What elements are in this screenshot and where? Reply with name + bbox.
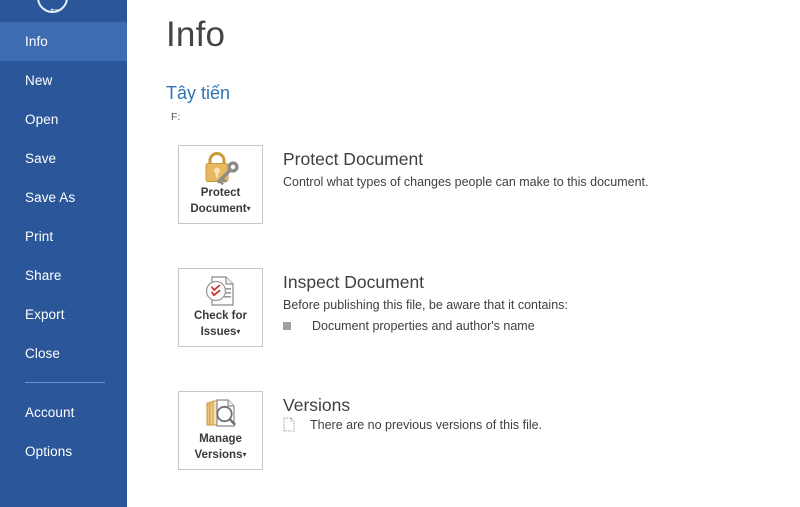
sidebar-item-label: Print xyxy=(25,229,54,244)
bullet-square-icon xyxy=(283,321,291,330)
inspect-document-detail-row: Document properties and author's name xyxy=(283,318,535,335)
versions-detail-row: There are no previous versions of this f… xyxy=(283,417,542,434)
sidebar-item-account[interactable]: Account xyxy=(0,393,127,432)
sidebar-item-new[interactable]: New xyxy=(0,61,127,100)
inspect-document-detail-text: Document properties and author's name xyxy=(312,319,535,333)
protect-document-button-label: Protect Document▾ xyxy=(190,187,251,216)
chevron-down-icon: ▾ xyxy=(242,450,247,459)
sidebar-item-label: New xyxy=(25,73,53,88)
backstage-content: Info Tây tiến F: Protect Document▾ Prote… xyxy=(127,0,800,507)
dotted-document-icon xyxy=(283,417,295,432)
sidebar-item-export[interactable]: Export xyxy=(0,295,127,334)
check-for-issues-button[interactable]: Check for Issues▾ xyxy=(178,268,263,347)
sidebar-item-print[interactable]: Print xyxy=(0,217,127,256)
protect-document-description: Control what types of changes people can… xyxy=(283,175,649,189)
inspect-document-description: Before publishing this file, be aware th… xyxy=(283,298,568,312)
sidebar-item-label: Account xyxy=(25,405,75,420)
sidebar-item-label: Export xyxy=(25,307,65,322)
chevron-down-icon: ▾ xyxy=(236,327,241,336)
chevron-down-icon: ▾ xyxy=(246,204,251,213)
word-backstage-info-screen: ← Info New Open Save Save As Print Share xyxy=(0,0,800,507)
backstage-sidebar: ← Info New Open Save Save As Print Share xyxy=(0,0,127,507)
sidebar-item-save-as[interactable]: Save As xyxy=(0,178,127,217)
check-for-issues-button-label: Check for Issues▾ xyxy=(193,310,248,339)
sidebar-item-open[interactable]: Open xyxy=(0,100,127,139)
sidebar-item-save[interactable]: Save xyxy=(0,139,127,178)
sidebar-item-close[interactable]: Close xyxy=(0,334,127,373)
sidebar-item-label: Close xyxy=(25,346,61,361)
sidebar-item-label: Share xyxy=(25,268,62,283)
back-arrow-icon: ← xyxy=(48,0,61,15)
sidebar-item-label: Info xyxy=(25,34,48,49)
versions-heading: Versions xyxy=(283,395,351,415)
lock-key-icon xyxy=(179,151,262,186)
page-title: Info xyxy=(166,15,226,54)
sidebar-divider xyxy=(25,382,105,383)
back-button[interactable]: ← xyxy=(37,0,68,15)
sidebar-item-label: Save xyxy=(25,151,57,166)
sidebar-item-options[interactable]: Options xyxy=(0,432,127,471)
document-name[interactable]: Tây tiến xyxy=(166,82,230,104)
versions-description: There are no previous versions of this f… xyxy=(310,418,543,432)
manage-versions-button-label: Manage Versions▾ xyxy=(194,433,247,462)
protect-document-heading: Protect Document xyxy=(283,149,424,169)
sidebar-item-label: Options xyxy=(25,444,73,459)
document-inspect-icon xyxy=(179,274,262,308)
protect-document-button[interactable]: Protect Document▾ xyxy=(178,145,263,224)
sidebar-item-share[interactable]: Share xyxy=(0,256,127,295)
manage-versions-button[interactable]: Manage Versions▾ xyxy=(178,391,263,470)
document-versions-icon xyxy=(179,397,262,431)
inspect-document-heading: Inspect Document xyxy=(283,272,425,292)
sidebar-item-info[interactable]: Info xyxy=(0,22,127,61)
sidebar-item-label: Open xyxy=(25,112,59,127)
sidebar-item-label: Save As xyxy=(25,190,76,205)
sidebar-nav-list: Info New Open Save Save As Print Share E… xyxy=(0,22,127,471)
document-path: F: xyxy=(171,111,181,123)
